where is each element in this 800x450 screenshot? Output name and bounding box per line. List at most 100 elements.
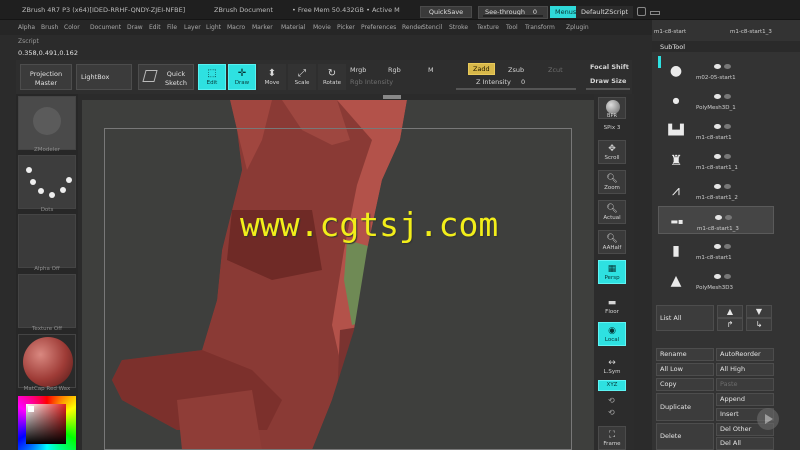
menu-file[interactable]: File (167, 24, 177, 31)
menu-movie[interactable]: Movie (313, 24, 331, 31)
local-button[interactable]: ◉ Local (598, 322, 626, 346)
help-icon[interactable] (637, 7, 646, 16)
see-through-slider[interactable]: See-through 0 (478, 6, 548, 19)
eye-toggle-icon[interactable] (714, 94, 721, 99)
focal-shift-slider[interactable]: Focal Shift (590, 63, 629, 71)
polypaint-toggle-icon[interactable] (724, 274, 731, 279)
polypaint-toggle-icon[interactable] (725, 215, 732, 220)
z-intensity-slider[interactable] (456, 88, 576, 90)
copy-button[interactable]: Copy (656, 378, 714, 391)
eye-toggle-icon[interactable] (714, 154, 721, 159)
draw-button[interactable]: ✛ Draw (228, 64, 256, 90)
rotate-axis-z-icon[interactable]: ⟲ (608, 408, 615, 417)
menu-macro[interactable]: Macro (227, 24, 245, 31)
subtool-header[interactable]: SubTool (652, 41, 800, 52)
color-picker[interactable] (18, 396, 76, 450)
subtool-item[interactable]: ▮ m1-c8-start1 (658, 236, 774, 264)
bpr-button[interactable]: BPR (598, 97, 626, 119)
eye-toggle-icon[interactable] (715, 215, 722, 220)
append-button[interactable]: Append (716, 393, 774, 406)
zsub-button[interactable]: Zsub (508, 66, 524, 74)
polypaint-toggle-icon[interactable] (724, 124, 731, 129)
scroll-button[interactable]: ✥ Scroll (598, 140, 626, 164)
zcut-button[interactable]: Zcut (548, 66, 563, 74)
move-top-button[interactable]: ↱ (717, 318, 743, 331)
menu-preferences[interactable]: Preferences (361, 24, 396, 31)
menu-stencil[interactable]: Stencil (422, 24, 442, 31)
floor-button[interactable]: ▬ Floor (598, 294, 626, 318)
menu-zplugin[interactable]: Zplugin (566, 24, 589, 31)
xyz-button[interactable]: XYZ (598, 380, 626, 391)
scale-button[interactable]: ⤢ Scale (288, 64, 316, 90)
eye-toggle-icon[interactable] (714, 244, 721, 249)
menu-brush[interactable]: Brush (41, 24, 58, 31)
delete-button[interactable]: Delete (656, 423, 714, 450)
top-subtool-1[interactable]: m1-c8-start (654, 29, 686, 35)
subtool-item[interactable]: ▙▟ m1-c8-start1 (658, 116, 774, 144)
eye-toggle-icon[interactable] (714, 184, 721, 189)
subtool-item[interactable]: ⩘ m1-c8-start1_2 (658, 176, 774, 204)
del-all-button[interactable]: Del All (716, 437, 774, 450)
material-thumbnail[interactable] (18, 334, 76, 388)
menu-picker[interactable]: Picker (337, 24, 355, 31)
menu-edit[interactable]: Edit (149, 24, 161, 31)
menu-document[interactable]: Document (90, 24, 121, 31)
rename-button[interactable]: Rename (656, 348, 714, 361)
subtool-item-selected[interactable]: ▬▪ m1-c8-start1_3 (658, 206, 774, 234)
menu-alpha[interactable]: Alpha (18, 24, 35, 31)
polypaint-toggle-icon[interactable] (724, 244, 731, 249)
list-all-button[interactable]: List All (656, 305, 714, 331)
draw-size-slider[interactable]: Draw Size (590, 77, 626, 85)
default-zscript-button[interactable]: DefaultZScript (576, 6, 634, 18)
menu-draw[interactable]: Draw (127, 24, 143, 31)
move-down-button[interactable]: ▼ (746, 305, 772, 318)
subtool-item[interactable]: ● m02-05-start1 (658, 56, 774, 84)
menu-render[interactable]: Render (402, 24, 423, 31)
lightbox-button[interactable]: LightBox (76, 64, 132, 90)
menu-tool[interactable]: Tool (506, 24, 518, 31)
menu-stroke[interactable]: Stroke (449, 24, 468, 31)
stroke-thumbnail[interactable] (18, 155, 76, 209)
texture-thumbnail[interactable] (18, 274, 76, 328)
play-icon[interactable] (757, 408, 779, 430)
minimize-icon[interactable] (650, 11, 660, 15)
top-subtool-2[interactable]: m1-c8-start1_3 (730, 29, 772, 35)
auto-reorder-button[interactable]: AutoReorder (716, 348, 774, 361)
edit-button[interactable]: ⬚ Edit (198, 64, 226, 90)
mrgb-button[interactable]: Mrgb (350, 66, 366, 74)
frame-button[interactable]: ⛶ Frame (598, 426, 626, 450)
menu-material[interactable]: Material (281, 24, 305, 31)
eye-toggle-icon[interactable] (714, 64, 721, 69)
m-button[interactable]: M (428, 66, 434, 74)
subtool-item[interactable]: ♜ m1-c8-start1_1 (658, 146, 774, 174)
menu-texture[interactable]: Texture (477, 24, 499, 31)
aahalf-button[interactable]: 🔍︎ AAHalf (598, 230, 626, 254)
zadd-button[interactable]: Zadd (468, 63, 495, 75)
rotate-axis-icon[interactable]: ⟲ (608, 396, 615, 405)
menu-marker[interactable]: Marker (252, 24, 273, 31)
rotate-button[interactable]: ↻ Rotate (318, 64, 346, 90)
subtool-item[interactable]: ● PolyMesh3D_1 (658, 86, 774, 114)
eye-toggle-icon[interactable] (714, 124, 721, 129)
menu-transform[interactable]: Transform (525, 24, 555, 31)
all-high-button[interactable]: All High (716, 363, 774, 376)
rgb-button[interactable]: Rgb (388, 66, 401, 74)
move-button[interactable]: ⬍ Move (258, 64, 286, 90)
polypaint-toggle-icon[interactable] (724, 184, 731, 189)
zoom-button[interactable]: 🔍︎ Zoom (598, 170, 626, 194)
projection-master-button[interactable]: Projection Master (20, 64, 72, 90)
polypaint-toggle-icon[interactable] (724, 94, 731, 99)
actual-button[interactable]: 🔍︎ Actual (598, 200, 626, 224)
persp-button[interactable]: ▦ Persp (598, 260, 626, 284)
move-up-button[interactable]: ▲ (717, 305, 743, 318)
menu-layer[interactable]: Layer (184, 24, 201, 31)
lsym-button[interactable]: ↔ L.Sym (598, 354, 626, 378)
subtool-item[interactable]: ▲ PolyMesh3D3 (658, 266, 774, 294)
quicksave-button[interactable]: QuickSave (420, 6, 472, 18)
duplicate-button[interactable]: Duplicate (656, 393, 714, 421)
alpha-thumbnail[interactable] (18, 214, 76, 268)
eye-toggle-icon[interactable] (714, 274, 721, 279)
rgb-intensity-slider[interactable]: Rgb Intensity (350, 78, 393, 86)
paste-button[interactable]: Paste (716, 378, 774, 391)
menu-color[interactable]: Color (64, 24, 80, 31)
